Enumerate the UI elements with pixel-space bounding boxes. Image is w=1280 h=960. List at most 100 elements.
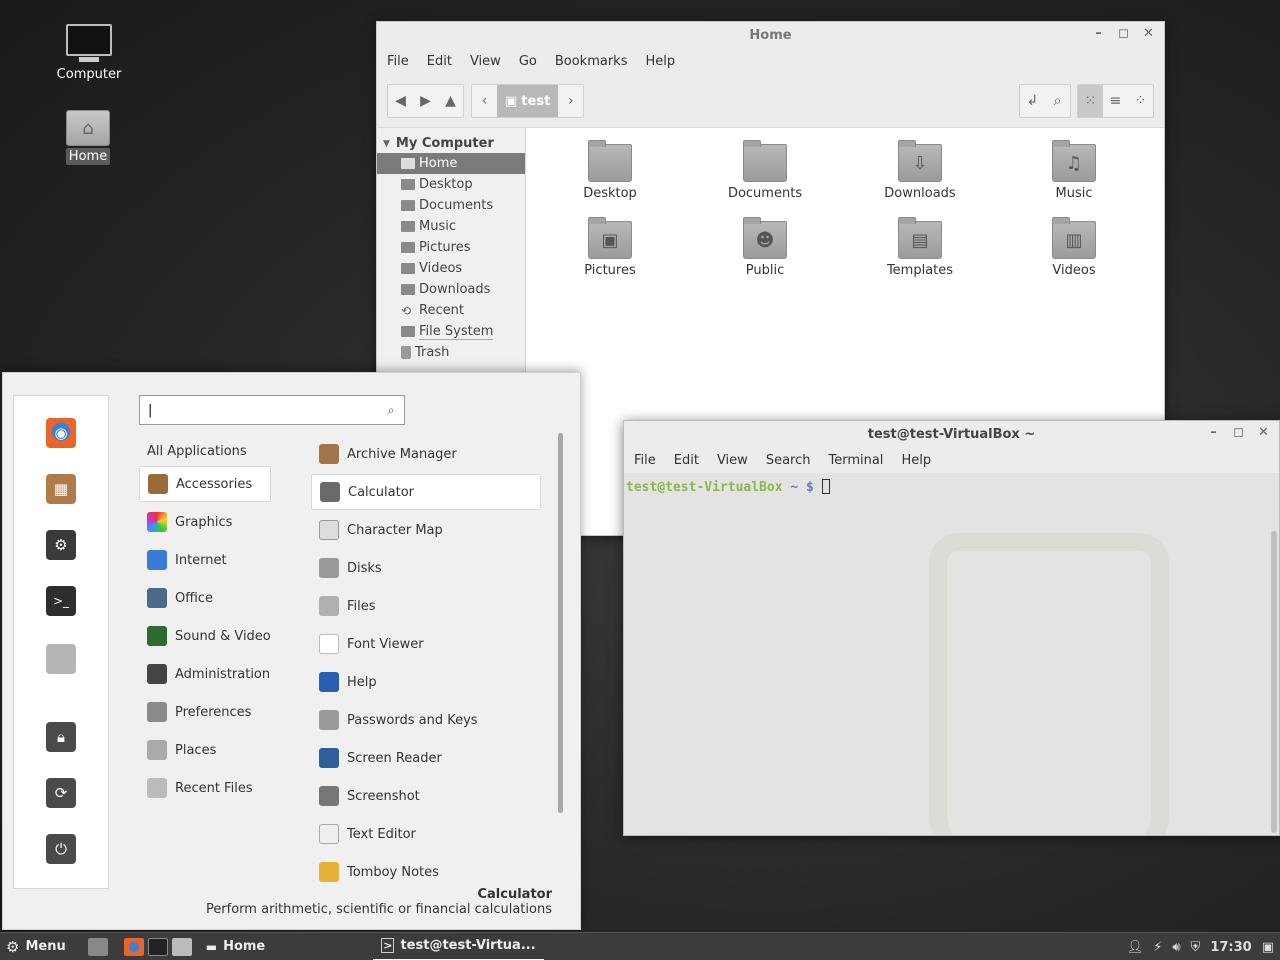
folder-music[interactable]: ♫ Music (1009, 140, 1139, 201)
category-graphics[interactable]: Graphics (139, 504, 271, 540)
files-folder-icon[interactable] (46, 644, 76, 674)
terminal-output[interactable]: test@test-VirtualBox ~ $ (624, 473, 1279, 835)
minimize-icon[interactable]: – (1206, 425, 1221, 440)
search-input[interactable] (148, 402, 378, 418)
menu-edit[interactable]: Edit (427, 54, 462, 69)
terminal-icon[interactable] (147, 937, 168, 956)
app-disks[interactable]: Disks (311, 550, 541, 586)
search-button[interactable]: ⌕ (1045, 85, 1070, 117)
close-icon[interactable]: ✕ (1141, 26, 1156, 41)
lock-screen-icon[interactable]: 🔒︎ (46, 722, 76, 752)
app-screen-reader[interactable]: Screen Reader (311, 740, 541, 776)
taskbar-window-home[interactable]: ▬ Home (198, 933, 274, 960)
sidebar-item-music[interactable]: Music (377, 216, 525, 237)
power-icon[interactable]: ⏻ (46, 834, 76, 864)
folder-documents[interactable]: Documents (700, 140, 830, 201)
menu-help[interactable]: Help (645, 54, 685, 69)
category-places[interactable]: Places (139, 732, 271, 768)
folder-pictures[interactable]: ▣ Pictures (545, 217, 675, 278)
show-desktop-corner-icon[interactable]: ▣ (1262, 940, 1274, 955)
close-icon[interactable]: ✕ (1256, 425, 1271, 440)
volume-icon[interactable]: 🔊︎ (1172, 940, 1180, 955)
category-recent-files[interactable]: Recent Files (139, 770, 271, 806)
up-button[interactable]: ▲ (438, 85, 463, 117)
shield-icon[interactable]: ⛨ (1191, 940, 1201, 955)
list-view-button[interactable]: ≡ (1103, 85, 1128, 117)
maximize-icon[interactable]: ◻ (1116, 26, 1131, 41)
menu-button[interactable]: ⚙ Menu (0, 938, 74, 956)
category-internet[interactable]: Internet (139, 542, 271, 578)
folder-templates[interactable]: ▤ Templates (855, 217, 985, 278)
sidebar-item-downloads[interactable]: Downloads (377, 279, 525, 300)
show-desktop-icon[interactable] (87, 937, 108, 956)
menu-edit[interactable]: Edit (674, 453, 709, 468)
breadcrumb-left-button[interactable]: ‹ (472, 85, 497, 117)
app-tomboy-notes[interactable]: Tomboy Notes (311, 854, 541, 890)
breadcrumb-home[interactable]: ▣ test (497, 85, 559, 117)
folder-downloads[interactable]: ⇩ Downloads (855, 140, 985, 201)
user-icon[interactable]: 👤︎ (1127, 940, 1144, 955)
category-administration[interactable]: Administration (139, 656, 271, 692)
menu-view[interactable]: View (470, 54, 511, 69)
files-folder-icon[interactable] (171, 937, 192, 956)
compact-view-button[interactable]: ⁘ (1128, 85, 1153, 117)
network-icon[interactable]: ⚡︎ (1153, 940, 1162, 955)
minimize-icon[interactable]: – (1091, 26, 1106, 41)
sidebar-item-pictures[interactable]: Pictures (377, 237, 525, 258)
maximize-icon[interactable]: ◻ (1231, 425, 1246, 440)
software-manager-icon[interactable]: ▦ (46, 474, 76, 504)
clock[interactable]: 17:30 (1210, 940, 1251, 955)
forward-button[interactable]: ▶ (413, 85, 438, 117)
sidebar-section-header[interactable]: ▼ My Computer (377, 128, 525, 153)
folder-videos[interactable]: ▥ Videos (1009, 217, 1139, 278)
firefox-icon[interactable]: ◉ (46, 418, 76, 448)
menu-search[interactable]: Search (766, 453, 821, 468)
category-preferences[interactable]: Preferences (139, 694, 271, 730)
taskbar-window-terminal[interactable]: > test@test-Virtua... (373, 933, 544, 960)
menu-help[interactable]: Help (901, 453, 941, 468)
category-sound-video[interactable]: Sound & Video (139, 618, 271, 654)
terminal-icon[interactable]: >_ (46, 586, 76, 616)
category-accessories[interactable]: Accessories (139, 466, 271, 502)
sidebar-item-recent[interactable]: ⟲ Recent (377, 300, 525, 321)
menu-file[interactable]: File (634, 453, 666, 468)
app-calculator[interactable]: Calculator (311, 474, 541, 510)
desktop-icon-computer[interactable]: Computer (44, 24, 134, 83)
breadcrumb-right-button[interactable]: › (558, 85, 583, 117)
menu-scrollbar[interactable] (558, 433, 563, 813)
sidebar-item-desktop[interactable]: Desktop (377, 174, 525, 195)
app-files[interactable]: Files (311, 588, 541, 624)
sidebar-item-file-system[interactable]: File System (377, 321, 525, 342)
folder-public[interactable]: ☻ Public (700, 217, 830, 278)
logout-icon[interactable]: ⟳ (46, 778, 76, 808)
app-passwords-and-keys[interactable]: Passwords and Keys (311, 702, 541, 738)
app-help[interactable]: Help (311, 664, 541, 700)
window-titlebar[interactable]: Home – ◻ ✕ (377, 22, 1164, 48)
category-office[interactable]: Office (139, 580, 271, 616)
window-titlebar[interactable]: test@test-VirtualBox ~ – ◻ ✕ (624, 421, 1279, 447)
terminal-scrollbar[interactable] (1271, 531, 1277, 833)
category-all-applications[interactable]: All Applications (139, 433, 271, 469)
firefox-icon[interactable] (123, 937, 144, 956)
menu-view[interactable]: View (717, 453, 758, 468)
sidebar-item-videos[interactable]: Videos (377, 258, 525, 279)
app-screenshot[interactable]: Screenshot (311, 778, 541, 814)
menu-go[interactable]: Go (519, 54, 547, 69)
app-character-map[interactable]: Character Map (311, 512, 541, 548)
folder-desktop[interactable]: Desktop (545, 140, 675, 201)
menu-bookmarks[interactable]: Bookmarks (555, 54, 638, 69)
app-text-editor[interactable]: Text Editor (311, 816, 541, 852)
system-settings-icon[interactable]: ⚙ (46, 530, 76, 560)
icon-view-button[interactable]: ⁙ (1078, 85, 1103, 117)
menu-file[interactable]: File (387, 54, 419, 69)
location-toggle-button[interactable]: ↲ (1020, 85, 1045, 117)
desktop-icon-home[interactable]: ⌂ Home (43, 110, 133, 165)
menu-search-field[interactable]: ⌕ (139, 395, 405, 425)
menu-terminal[interactable]: Terminal (828, 453, 893, 468)
sidebar-item-trash[interactable]: Trash (377, 342, 525, 363)
sidebar-item-documents[interactable]: Documents (377, 195, 525, 216)
back-button[interactable]: ◀ (388, 85, 413, 117)
app-archive-manager[interactable]: Archive Manager (311, 436, 541, 472)
app-font-viewer[interactable]: Font Viewer (311, 626, 541, 662)
sidebar-item-home[interactable]: Home (377, 153, 525, 174)
